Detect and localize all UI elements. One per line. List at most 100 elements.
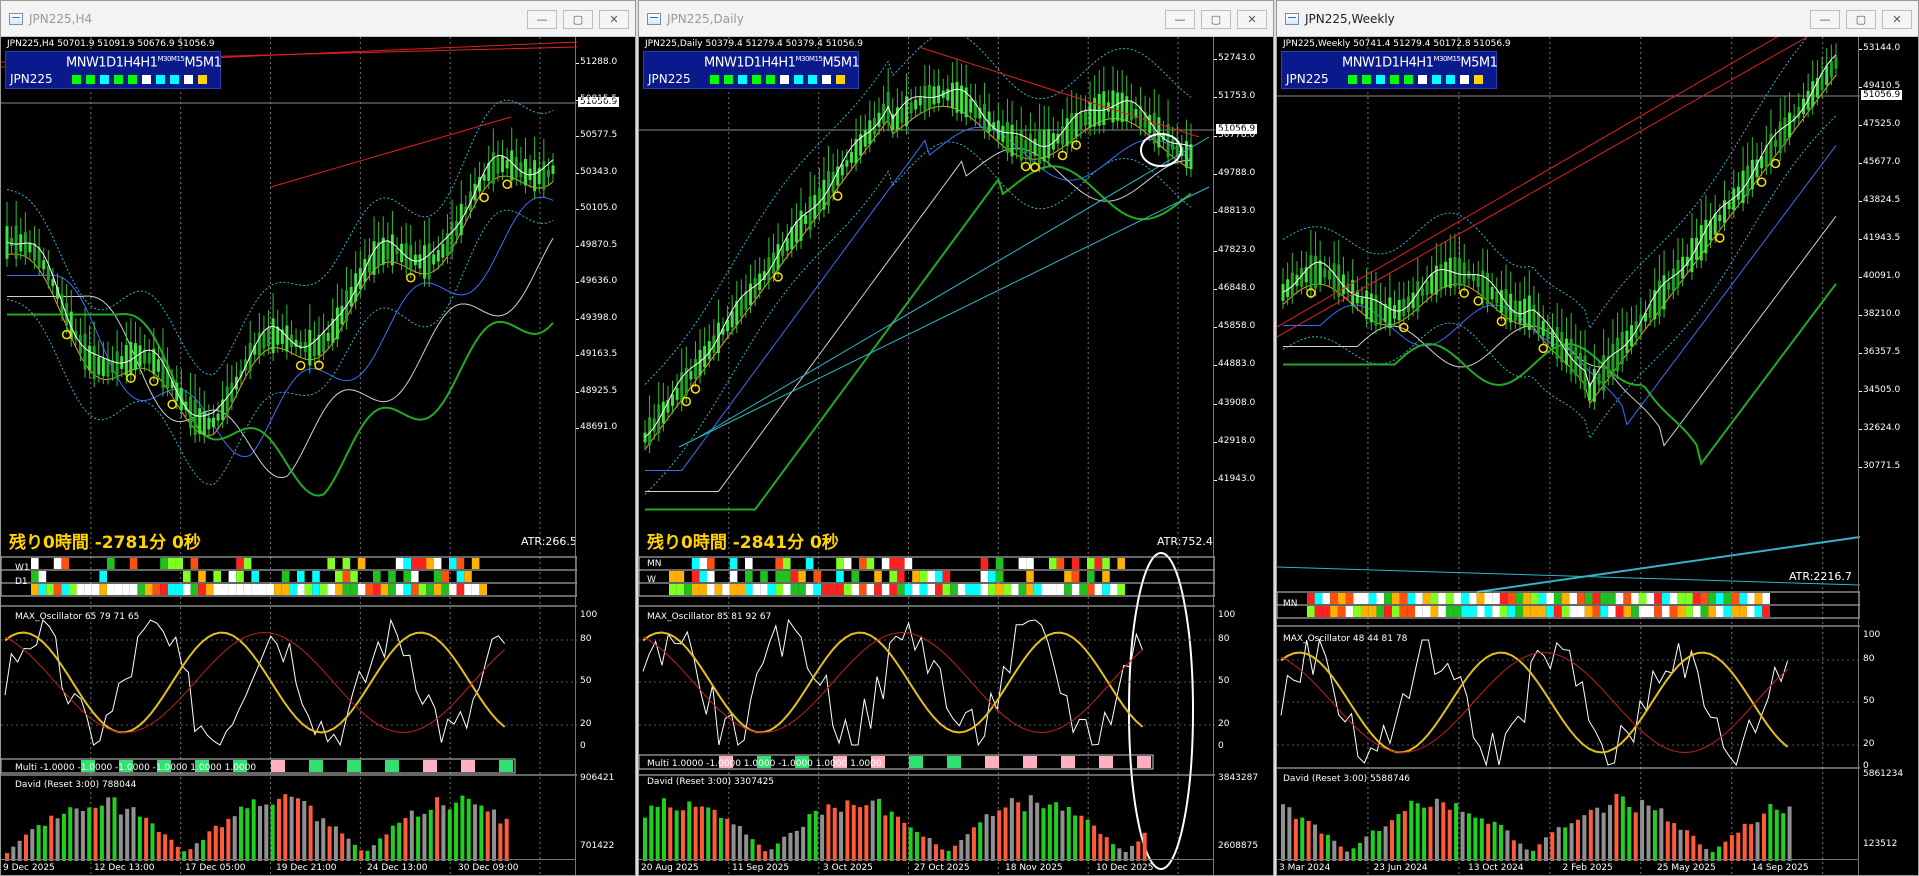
signal-cell [395, 558, 404, 569]
signal-cell [418, 584, 427, 595]
timeframe-cell [1362, 75, 1371, 84]
histogram-bar [1313, 824, 1318, 861]
histogram-bar [1396, 814, 1401, 861]
multi-cell [385, 760, 399, 772]
signal-cell [1041, 584, 1049, 595]
minimize-button[interactable]: — [1165, 10, 1195, 29]
histogram-bar [877, 798, 882, 861]
window-title: JPN225,Weekly [1305, 11, 1395, 26]
price-axis[interactable]: 52743.0 51753.0 51056.9 50778.0 49788.0 48813… [1213, 37, 1273, 875]
histogram-bar [1627, 806, 1632, 861]
signal-cell [129, 558, 138, 569]
maximize-button[interactable]: ▢ [563, 10, 593, 29]
signal-cell [1654, 593, 1662, 604]
moving-average-line [7, 196, 554, 458]
signal-cell [1345, 593, 1354, 604]
date-tick-label: 17 Dec 05:00 [185, 863, 246, 873]
signal-cell [183, 584, 191, 595]
candle-body [1079, 112, 1083, 131]
candle-body [1699, 225, 1703, 261]
signal-cell [395, 584, 404, 595]
price-tick-label: 42918.0 [1218, 436, 1256, 446]
candle-body [1560, 332, 1564, 363]
signal-cell [1615, 593, 1624, 604]
oscillator-tick-label: 100 [580, 610, 598, 620]
current-price-tag: 51056.9 [1861, 90, 1903, 100]
time-axis[interactable]: 9 Dec 2025 12 Dec 13:00 17 Dec 05:00 19 Dec… [1, 859, 575, 875]
date-tick-label: 23 Jun 2024 [1373, 863, 1428, 873]
titlebar-daily[interactable]: JPN225,Daily — ▢ ✕ [639, 1, 1273, 37]
ohlc-header: JPN225,Daily 50379.4 51279.4 50379.4 510… [645, 39, 863, 49]
histogram-bar [1588, 809, 1593, 861]
candle-body [1667, 282, 1671, 290]
histogram-bar [447, 809, 452, 861]
price-tick-mark [1214, 403, 1217, 405]
signal-cell [1368, 593, 1377, 604]
time-axis[interactable]: 3 Mar 2024 23 Jun 2024 13 Oct 2024 2 Feb 20… [1277, 859, 1858, 875]
signal-cell [236, 558, 244, 569]
date-tick-label: 2 Feb 2025 [1562, 863, 1613, 873]
histogram-bar [959, 840, 964, 861]
histogram-bar [668, 807, 673, 861]
price-axis[interactable]: 51288.0 51056.9 50815.5 50577.5 50343.0 50105… [575, 37, 635, 875]
maximize-button[interactable]: ▢ [1201, 10, 1231, 29]
minimize-button[interactable]: — [527, 10, 557, 29]
price-axis[interactable]: 53144.0 51056.9 49410.5 47525.0 45677.0 43824… [1858, 37, 1918, 875]
timeframe-cell [794, 75, 803, 84]
chart-window-daily[interactable]: JPN225,Daily — ▢ ✕ JPN225,Daily 50379.4 … [638, 0, 1274, 876]
signal-cell [243, 584, 252, 595]
candle-body [840, 164, 844, 176]
signal-cell [145, 584, 153, 595]
candle-body [482, 174, 486, 181]
multi-cell [271, 760, 285, 772]
titlebar-weekly[interactable]: JPN225,Weekly — ▢ ✕ [1277, 1, 1918, 37]
candle-body [1616, 337, 1620, 372]
histogram-bar [1678, 829, 1683, 861]
time-axis[interactable]: 20 Aug 2025 11 Sep 2025 3 Oct 2025 27 Oct 2… [639, 859, 1213, 875]
histogram-bar [1556, 827, 1561, 861]
close-button[interactable]: ✕ [1237, 10, 1267, 29]
histogram-bar [321, 818, 326, 861]
subwindow-row-label: W1 [15, 563, 30, 573]
signal-cell [942, 584, 951, 595]
timeframe-labels: MNW1D1H4H1M30M15M5M1 [704, 55, 860, 71]
candle-body [326, 332, 330, 342]
bollinger-band [6, 99, 554, 376]
price-tick-label: 47525.0 [1863, 119, 1901, 129]
price-tick-mark [576, 391, 579, 393]
candle-body [23, 232, 27, 257]
histogram-bar [794, 830, 799, 861]
plot-area[interactable]: JPN225,Daily 50379.4 51279.4 50379.4 510… [639, 37, 1273, 875]
candle-body [198, 408, 202, 434]
signal-cell [1708, 593, 1716, 604]
signal-cell [1461, 606, 1470, 617]
close-button[interactable]: ✕ [599, 10, 629, 29]
price-tick-mark [1214, 442, 1217, 443]
signal-cell [1584, 606, 1593, 617]
signal-cell [327, 558, 335, 569]
signal-cell [1469, 606, 1477, 617]
signal-cell [1715, 593, 1724, 604]
signal-cell [988, 571, 996, 582]
plot-area[interactable]: JPN225,H4 50701.9 51091.9 50676.9 51056.… [1, 37, 635, 875]
signal-cell [1762, 593, 1770, 604]
signal-cell [775, 584, 783, 595]
timeframe-panel: MNW1D1H4H1M30M15M5M1 JPN225 [1281, 51, 1498, 89]
chart-window-h4[interactable]: JPN225,H4 — ▢ ✕ JPN225,H4 50701.9 51091.… [0, 0, 636, 876]
histogram-bar [289, 796, 294, 861]
close-button[interactable]: ✕ [1882, 10, 1912, 29]
signal-cell [449, 558, 457, 569]
signal-cell [1661, 593, 1670, 604]
maximize-button[interactable]: ▢ [1846, 10, 1876, 29]
signal-cell [251, 584, 259, 595]
timeframe-cell [1474, 75, 1483, 84]
plot-area[interactable]: JPN225,Weekly 50741.4 51279.4 50172.8 51… [1277, 37, 1918, 875]
signal-cell [388, 584, 396, 595]
minimize-button[interactable]: — [1810, 10, 1840, 29]
titlebar-h4[interactable]: JPN225,H4 — ▢ ✕ [1, 1, 635, 37]
candle-body [1778, 121, 1782, 153]
signal-cell [312, 584, 320, 595]
candle-body [42, 260, 46, 270]
david-tick-label: 3843287 [1218, 773, 1259, 783]
chart-window-weekly[interactable]: JPN225,Weekly — ▢ ✕ JPN225,Weekly 50741.… [1276, 0, 1919, 876]
